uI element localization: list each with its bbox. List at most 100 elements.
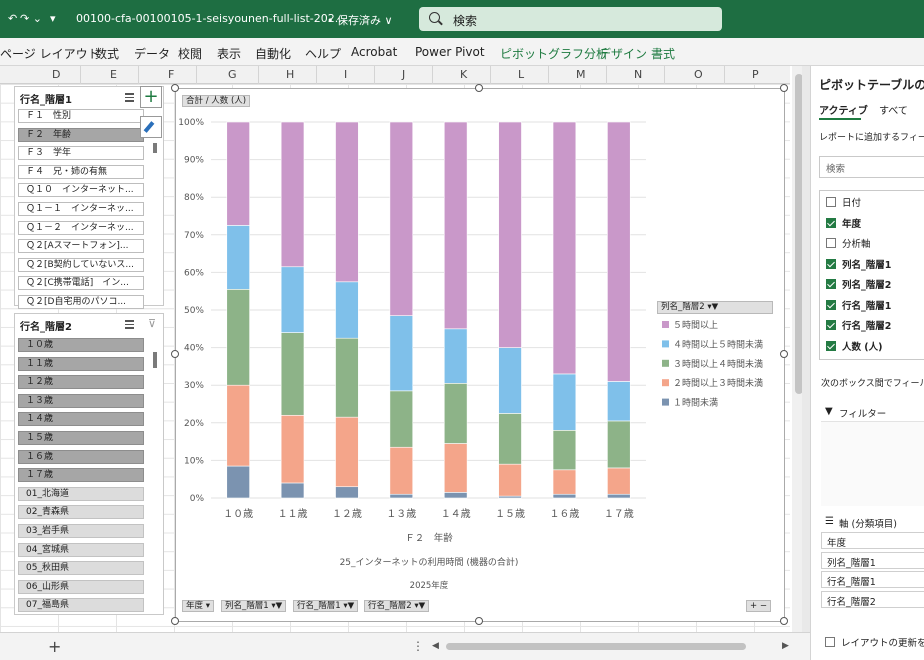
bar-segment[interactable]	[552, 121, 577, 375]
bar-segment[interactable]	[607, 381, 631, 422]
column-header[interactable]: O	[694, 68, 703, 81]
bar-segment[interactable]	[607, 493, 631, 499]
slicer-item[interactable]: Ｑ１－２ インターネッ...	[18, 220, 144, 235]
field-checkbox[interactable]	[826, 340, 836, 351]
slicer-item[interactable]: Ｆ３ 学年	[18, 146, 144, 161]
filters-drop-area[interactable]	[821, 421, 924, 506]
clear-filter-icon[interactable]: ⊽	[148, 317, 156, 330]
tab-power-pivot[interactable]: Power Pivot	[415, 45, 485, 59]
column-header[interactable]: F	[168, 68, 174, 81]
bar-segment[interactable]	[498, 347, 522, 414]
undo-icon[interactable]: ↶	[8, 12, 17, 25]
slicer-item[interactable]: 06_山形県	[18, 579, 144, 594]
bar-segment[interactable]	[226, 121, 250, 226]
legend-field-button[interactable]: 列名_階層2 ▾▼	[657, 301, 773, 314]
bar-segment[interactable]	[389, 315, 414, 392]
axis-area-item[interactable]: 行名_階層2	[821, 590, 924, 608]
column-header[interactable]: J	[402, 68, 405, 81]
slicer-item[interactable]: Ｑ２[Aスマートフォン]...	[18, 239, 144, 254]
slicer-item[interactable]: Ｆ２ 年齢	[18, 127, 144, 142]
column-header[interactable]: N	[634, 68, 642, 81]
qat-menu-icon[interactable]: ▾	[50, 12, 56, 25]
bar-segment[interactable]	[498, 413, 522, 465]
tab-active[interactable]: アクティブ	[819, 102, 868, 117]
multi-select-icon[interactable]	[121, 91, 134, 102]
add-sheet-icon[interactable]: +	[48, 637, 61, 656]
slicer-item[interactable]: Ｆ４ 兄・姉の有無	[18, 164, 144, 179]
bar-segment[interactable]	[335, 337, 359, 418]
bar-segment[interactable]	[335, 121, 359, 283]
tab-review[interactable]: 校閲	[178, 45, 202, 62]
bar-segment[interactable]	[443, 443, 468, 493]
pane-splitter[interactable]	[802, 66, 810, 632]
chart-elements-plus-icon[interactable]: +	[140, 86, 162, 108]
axis-area-item[interactable]: 年度	[821, 532, 924, 549]
bar-segment[interactable]	[280, 332, 305, 416]
slicer-item[interactable]: 03_岩手県	[18, 524, 144, 538]
bar-segment[interactable]	[335, 416, 359, 488]
value-field-button[interactable]: 合計 / 人数 (人)	[182, 95, 251, 107]
pivot-chart[interactable]: 0% 10% 20% 30% 40% 50% 60% 70% 80% 90% 100% １０歳 １１歳 １…	[175, 88, 785, 622]
slicer-item[interactable]: １０歳	[18, 338, 144, 352]
tab-format[interactable]: 書式	[651, 45, 675, 62]
search-box[interactable]: 検索	[419, 7, 722, 31]
tab-design[interactable]: デザイン	[599, 45, 647, 62]
bar-segment[interactable]	[607, 121, 631, 382]
bar-segment[interactable]	[335, 281, 359, 339]
bar-segment[interactable]	[607, 420, 631, 469]
slicer-item[interactable]: Ｑ１０ インターネット...	[18, 183, 144, 198]
axis-area-item[interactable]: 列名_階層1	[821, 551, 924, 569]
bar-segment[interactable]	[498, 463, 522, 497]
slicer-item[interactable]: １１歳	[18, 356, 144, 371]
bar-segment[interactable]	[443, 383, 468, 444]
field-checkbox[interactable]	[826, 238, 836, 248]
tab-automate[interactable]: 自動化	[255, 45, 291, 62]
resize-handle[interactable]	[171, 617, 179, 625]
axis-field-button[interactable]: 行名_階層2 ▾▼	[364, 600, 430, 612]
chart-styles-brush-icon[interactable]	[140, 116, 162, 138]
column-header[interactable]: G	[228, 68, 237, 81]
field-checkbox[interactable]	[826, 279, 836, 289]
slicer-item[interactable]: Ｑ１－１ インターネッ...	[18, 202, 144, 216]
slicer-item[interactable]: 01_北海道	[18, 486, 144, 501]
multi-select-icon[interactable]	[121, 318, 134, 329]
tab-data[interactable]: データ	[134, 45, 170, 62]
slicer-item[interactable]: 04_宮城県	[18, 542, 144, 557]
resize-handle[interactable]	[780, 84, 788, 92]
column-header[interactable]: H	[286, 68, 294, 81]
field-checkbox[interactable]	[826, 299, 836, 310]
bar-segment[interactable]	[443, 121, 468, 330]
resize-handle[interactable]	[780, 617, 788, 625]
column-header[interactable]: D	[52, 68, 60, 81]
column-header[interactable]: K	[460, 68, 467, 81]
slicer-item[interactable]: １３歳	[18, 393, 144, 408]
scroll-right-icon[interactable]: ▶	[782, 641, 789, 651]
bar-segment[interactable]	[280, 482, 305, 499]
bar-segment[interactable]	[335, 486, 359, 499]
bar-segment[interactable]	[552, 373, 577, 431]
bar-segment[interactable]	[280, 414, 305, 484]
expand-collapse-buttons[interactable]: + −	[746, 600, 771, 612]
bar-segment[interactable]	[443, 328, 468, 384]
field-dropdown-icon[interactable]: ▾▼	[269, 601, 282, 611]
bar-segment[interactable]	[389, 446, 414, 495]
bar-segment[interactable]	[280, 266, 305, 333]
bar-segment[interactable]	[552, 493, 577, 499]
field-dropdown-icon[interactable]: ▾	[203, 601, 210, 611]
scroll-left-icon[interactable]: ◀	[432, 641, 439, 651]
slicer-item[interactable]: １４歳	[18, 412, 144, 427]
tab-formulas[interactable]: 数式	[95, 45, 119, 62]
axis-field-button[interactable]: 年度 ▾	[182, 600, 214, 612]
bar-segment[interactable]	[498, 121, 522, 348]
resize-handle[interactable]	[475, 617, 483, 625]
bar-segment[interactable]	[226, 384, 250, 467]
slicer-item[interactable]: １７歳	[18, 468, 144, 483]
tab-all[interactable]: すべて	[879, 102, 908, 117]
resize-handle[interactable]	[171, 84, 179, 92]
bar-segment[interactable]	[389, 121, 414, 316]
slicer-item[interactable]: Ｑ２[C携帯電話] イン...	[18, 276, 144, 291]
field-search-input[interactable]: 検索	[819, 156, 924, 178]
field-dropdown-icon[interactable]: ▾▼	[412, 601, 425, 611]
bar-segment[interactable]	[552, 430, 577, 471]
bar-segment[interactable]	[226, 289, 250, 386]
